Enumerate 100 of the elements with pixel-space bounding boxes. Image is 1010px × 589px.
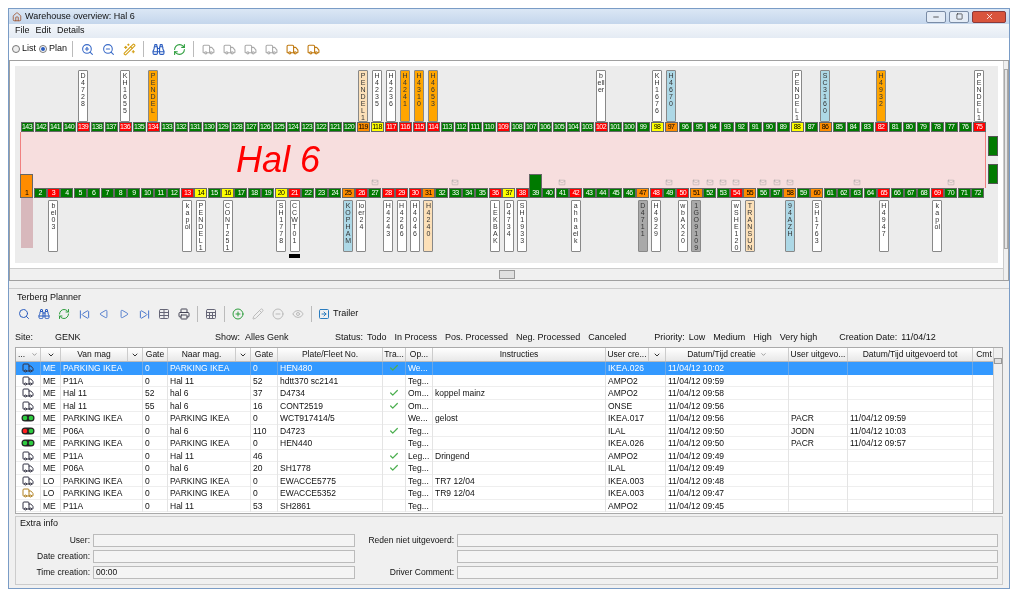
status-filter[interactable]: Canceled: [588, 331, 627, 345]
maximize-button[interactable]: [949, 10, 969, 23]
table-cell: 11/04/12 09:49: [666, 462, 789, 475]
text-field[interactable]: [93, 549, 355, 563]
envelope-icon: [664, 179, 675, 186]
status-filter[interactable]: Pos. Processed: [445, 331, 509, 345]
table-row[interactable]: ME PARKING IKEA 0 PARKING IKEA 0 HEN440 Teg... IKEA.026 11/04/12 09:50 PACR 11/04/12 09:57: [16, 437, 993, 450]
field-label: Driver Comment:: [389, 565, 454, 579]
priority-filter[interactable]: Low: [688, 331, 706, 345]
table-cell: 0: [143, 437, 168, 450]
table-row[interactable]: ME Hal 11 52 hal 6 37 D4734 Om... koppel mainz AMPO2 11/04/12 09:58: [16, 387, 993, 400]
trailer-button[interactable]: Trailer: [316, 307, 361, 321]
table-cell: PARKING IKEA: [168, 362, 251, 375]
status-filter[interactable]: Todo: [367, 331, 387, 345]
table-cell: 0: [251, 487, 278, 500]
column-header[interactable]: Instructies: [433, 348, 606, 361]
text-field[interactable]: [93, 533, 355, 547]
table-cell: 0: [251, 412, 278, 425]
priority-filter[interactable]: Medium: [713, 331, 746, 345]
truck-icon: [21, 399, 35, 412]
text-field[interactable]: [457, 549, 998, 563]
truck-icon: [21, 449, 35, 462]
column-header[interactable]: Naar mag.: [168, 348, 236, 361]
hall-name: Hal 6: [236, 142, 321, 178]
table-row[interactable]: LO PARKING IKEA 0 PARKING IKEA 0 EWACCE5352 Teg... TR9 12/04 IKEA.003 11/04/12 09:47: [16, 487, 993, 500]
table-cell: EWACCE5775: [278, 474, 383, 488]
envelope-icon: [758, 179, 769, 186]
envelope-icon: [704, 179, 715, 186]
table-cell: Om...: [406, 399, 433, 413]
table-cell: 37: [251, 387, 278, 400]
truck-icon: [285, 42, 299, 56]
column-header[interactable]: Tra...: [383, 348, 406, 361]
column-header[interactable]: Datum/Tijd uitgevoerd tot: [848, 348, 973, 361]
table-cell: PARKING IKEA: [61, 474, 143, 488]
radio-button[interactable]: [12, 45, 20, 53]
table-cell: ILAL: [606, 424, 666, 438]
table-cell: 11/04/12 09:47: [666, 487, 789, 500]
check-icon: [389, 388, 399, 399]
column-header[interactable]: ...: [16, 348, 41, 361]
table-cell: 11/04/12 09:45: [666, 499, 789, 513]
table-row[interactable]: ME P11A 0 Hal 11 52 hdtt370 sc2141 Teg... AMPO2 11/04/12 09:59: [16, 374, 993, 387]
radio-button[interactable]: [39, 45, 47, 53]
table-row[interactable]: ME P11A 0 Hal 11 53 SH2861 Teg... AMPO2 11/04/12 09:45: [16, 499, 993, 512]
text-field[interactable]: [457, 533, 998, 547]
table-row[interactable]: ME PARKING IKEA 0 PARKING IKEA 0 WCT917414/5 We... gelost IKEA.017 11/04/12 09:56 PACR 11/04/12 09:59: [16, 412, 993, 425]
sheet-icon: [205, 308, 217, 320]
table-cell: ME: [41, 399, 61, 413]
priority-label: Priority:: [654, 331, 685, 345]
minimize-button[interactable]: [926, 10, 946, 23]
table-cell: IKEA.017: [606, 412, 666, 425]
caret-icon: [759, 351, 767, 358]
table-row[interactable]: LO PARKING IKEA 0 PARKING IKEA 0 EWACCE5775 Teg... TR7 12/04 IKEA.003 11/04/12 09:48: [16, 474, 993, 487]
column-header[interactable]: Van mag: [61, 348, 128, 361]
table-row[interactable]: ME P06A 0 hal 6 20 SH1778 Teg... ILAL 11/04/12 09:49: [16, 462, 993, 475]
table-row[interactable]: ME Hal 11 55 hal 6 16 CONT2519 Om... ONSE 11/04/12 09:56: [16, 399, 993, 412]
window-title: Warehouse overview: Hal 6: [25, 9, 136, 23]
caret-icon: [31, 351, 38, 358]
add-button[interactable]: [229, 305, 247, 323]
priority-filter[interactable]: High: [753, 331, 772, 345]
last-icon: [138, 308, 150, 320]
table-cell: 11/04/12 09:50: [666, 437, 789, 450]
menu-item[interactable]: Details: [57, 24, 85, 38]
print-button[interactable]: [175, 305, 193, 323]
table-cell: ME: [41, 412, 61, 425]
field-label: Time creation:: [36, 565, 90, 579]
zoom-out-icon: [101, 42, 115, 56]
section-title: Extra info: [20, 517, 60, 530]
column-header[interactable]: Datum/Tijd creatie: [666, 348, 789, 361]
table-cell: Leg...: [406, 449, 433, 463]
envelope-icon: [851, 179, 862, 186]
column-header[interactable]: User uitgevo...: [789, 348, 848, 361]
table-cell: PARKING IKEA: [61, 487, 143, 500]
menu-item[interactable]: File: [15, 24, 30, 38]
table-cell: Teg...: [406, 374, 433, 388]
column-header[interactable]: Op...: [406, 348, 433, 361]
table-cell: 20: [251, 462, 278, 475]
check-icon: [389, 450, 399, 461]
house-icon: [12, 11, 22, 22]
table-row[interactable]: ME P11A 0 Hal 11 46 Leg... Dringend AMPO2 11/04/12 09:49: [16, 449, 993, 462]
column-header[interactable]: Gate: [251, 348, 278, 361]
wand-button[interactable]: [120, 40, 139, 58]
priority-filter[interactable]: Very high: [779, 331, 818, 345]
table-cell: 0: [143, 412, 168, 425]
table-cell: P11A: [61, 374, 143, 388]
table-row[interactable]: ME P06A 0 hal 6 110 D4723 Teg... ILAL 11/04/12 09:50 JODN 11/04/12 10:03: [16, 424, 993, 437]
status-filter[interactable]: In Process: [394, 331, 438, 345]
table-cell: Om...: [406, 387, 433, 400]
column-header[interactable]: User cre...: [606, 348, 649, 361]
check-icon: [389, 463, 399, 474]
bay-shade: [20, 198, 33, 248]
column-header[interactable]: Plate/Fleet No.: [278, 348, 383, 361]
table-cell: hal 6: [168, 462, 251, 475]
text-field[interactable]: [457, 565, 998, 579]
column-header[interactable]: Gate: [143, 348, 168, 361]
remove-icon: [272, 308, 284, 320]
close-button[interactable]: [972, 10, 1006, 23]
status-filter[interactable]: Neg. Processed: [516, 331, 581, 345]
text-field[interactable]: 00:00: [93, 565, 355, 579]
table-cell: 0: [143, 424, 168, 438]
menu-item[interactable]: Edit: [35, 24, 52, 38]
